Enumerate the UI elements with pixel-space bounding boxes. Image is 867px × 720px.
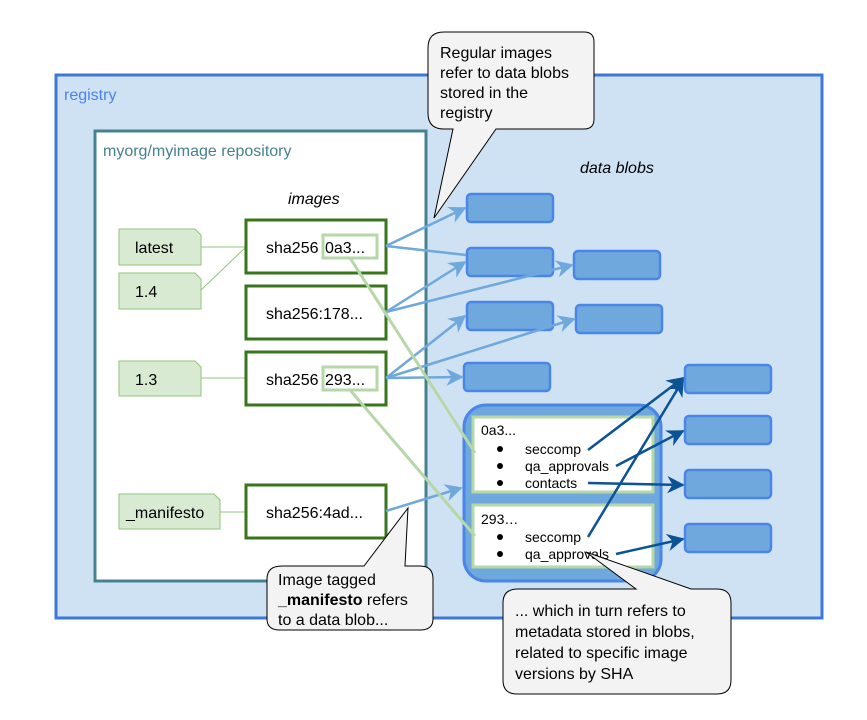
- tag-label: 1.3: [135, 372, 157, 389]
- image-4ad[interactable]: sha256:4ad...: [244, 483, 388, 540]
- entry-item: qa_approvals: [525, 458, 609, 474]
- tag-latest[interactable]: latest: [118, 228, 202, 266]
- callout-line: refers: [362, 592, 407, 609]
- entry-title: 0a3...: [481, 422, 516, 438]
- data-blob[interactable]: [465, 192, 555, 224]
- image-0a3[interactable]: sha256 0a3...: [244, 218, 388, 275]
- data-blob[interactable]: [574, 303, 664, 335]
- tag-label: latest: [135, 240, 174, 257]
- callout-line: ... which in turn refers to: [515, 603, 686, 620]
- registry-label: registry: [64, 87, 116, 104]
- bullet: [497, 534, 503, 540]
- image-hash: 293...: [325, 372, 365, 389]
- tag-manifesto[interactable]: _manifesto: [118, 493, 221, 530]
- metadata-blob[interactable]: [683, 468, 773, 500]
- callout-line: Regular images: [440, 45, 552, 62]
- callout-line: Image tagged: [278, 572, 376, 589]
- registry-diagram: registry myorg/myimage repository images…: [54, 31, 824, 695]
- metadata-blob[interactable]: [683, 522, 773, 554]
- callout-line: versions by SHA: [515, 666, 634, 683]
- tag-label: 1.4: [135, 284, 157, 301]
- metadata-blob[interactable]: [683, 363, 773, 395]
- arrow: [385, 368, 464, 386]
- callout-line: stored in the: [440, 85, 528, 102]
- image-prefix: sha256:178...: [266, 306, 363, 323]
- data-blob[interactable]: [572, 249, 662, 281]
- repository-label: myorg/myimage repository: [103, 143, 292, 160]
- data-blob[interactable]: [462, 361, 552, 393]
- callout-line: refer to data blobs: [440, 65, 569, 82]
- entry-item: seccomp: [525, 529, 581, 545]
- image-prefix: sha256: [266, 372, 319, 389]
- callout-line: registry: [440, 105, 492, 122]
- bullet: [497, 463, 503, 469]
- metadata-blob[interactable]: [683, 414, 773, 446]
- callout-bold: _manifesto: [277, 592, 363, 609]
- tag-1-3[interactable]: 1.3: [118, 360, 202, 397]
- image-prefix: sha256: [266, 240, 319, 257]
- tag-1-4[interactable]: 1.4: [118, 272, 202, 310]
- bullet: [497, 446, 503, 452]
- image-178[interactable]: sha256:178...: [244, 284, 388, 341]
- callout-line: to a data blob...: [278, 612, 388, 629]
- entry-item: contacts: [525, 475, 577, 491]
- image-hash: 0a3...: [325, 240, 365, 257]
- data-blobs-heading: data blobs: [580, 160, 654, 177]
- manifest-entry-293: 293… seccomp qa_approvals: [471, 503, 655, 569]
- callout-line: related to specific image: [515, 645, 688, 662]
- entry-item: seccomp: [525, 441, 581, 457]
- images-heading: images: [288, 191, 340, 208]
- image-293[interactable]: sha256 293...: [244, 350, 388, 407]
- data-blob[interactable]: [465, 300, 555, 332]
- tag-label: _manifesto: [125, 505, 204, 522]
- callout-line: metadata stored in blobs,: [515, 624, 695, 641]
- manifest-entry-0a3: 0a3... seccomp qa_approvals contacts: [471, 415, 655, 494]
- entry-title: 293…: [481, 511, 518, 527]
- bullet: [497, 551, 503, 557]
- bullet: [497, 480, 503, 486]
- manifest-blob[interactable]: 0a3... seccomp qa_approvals contacts 293…: [462, 403, 663, 583]
- image-prefix: sha256:4ad...: [266, 505, 363, 522]
